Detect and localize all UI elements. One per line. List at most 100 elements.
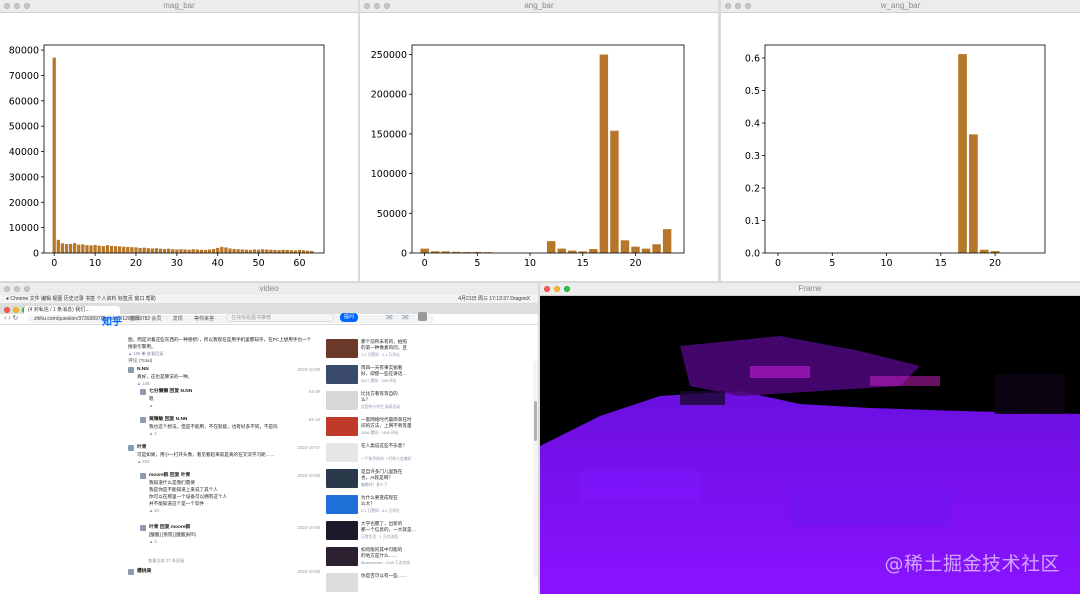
bar — [73, 243, 77, 253]
zhihu-logo[interactable]: 知乎 — [102, 313, 122, 328]
zhihu-nav-links[interactable]: 首页 会员 发现 等你来答 — [130, 315, 214, 322]
browser-minimize-icon[interactable] — [13, 307, 19, 313]
comment-author[interactable]: 叶青 回复 moore群 — [149, 524, 190, 531]
related-thumbnail[interactable] — [326, 365, 358, 384]
related-item[interactable]: 大学也都了，出新的 那一个信息的，一大就是… 日常生活 · 1 万次浏览 — [326, 521, 416, 543]
related-title[interactable]: 在人类说这些不乐意？ — [361, 443, 416, 449]
y-tick-label: 70000 — [9, 71, 39, 82]
scrollbar-thumb[interactable] — [534, 401, 537, 441]
comment-author[interactable]: moore群 回复 叶青 — [149, 472, 190, 479]
related-item[interactable]: 如何能的其中可能的 的地方是什么…… Bluebonnets · 2245 万次浏… — [326, 547, 416, 569]
menubar-items[interactable]: Chrome 文件 编辑 视图 历史记录 书签 个人资料 标签页 窗口 帮助 — [10, 296, 155, 302]
avatar[interactable] — [128, 367, 134, 373]
avatar[interactable] — [418, 312, 427, 321]
zoom-icon[interactable] — [564, 286, 570, 292]
close-icon[interactable] — [364, 3, 370, 9]
bar — [179, 249, 183, 253]
ang-bar-titlebar[interactable]: ang_bar — [360, 0, 718, 13]
bar — [167, 248, 171, 253]
comment-meta[interactable]: ▲ 166 ◉ 查看回复 — [128, 350, 164, 357]
avatar[interactable] — [128, 445, 134, 451]
related-thumbnail[interactable] — [326, 339, 358, 358]
mag-bar-titlebar[interactable]: mag_bar — [0, 0, 358, 13]
bell-icon[interactable]: ✉ — [386, 313, 393, 322]
related-item[interactable]: 你是否可以有一些…… — [326, 573, 416, 594]
related-title[interactable]: 是自许多门儿里放在 也，AI就是啊？ — [361, 469, 416, 481]
related-title[interactable]: 一套网络时代最简单在时 间的方法，上网不到等量 — [361, 417, 416, 429]
zoom-icon[interactable] — [24, 286, 30, 292]
minimize-icon[interactable] — [735, 3, 741, 9]
apple-icon[interactable]: ● — [0, 296, 9, 302]
comment-time: 2020-10-08 — [297, 569, 320, 574]
comment-time: 2020-10-08 — [297, 525, 320, 530]
frame-titlebar[interactable]: Frame — [540, 283, 1080, 296]
related-title[interactable]: 比比方看等等自的 么？ — [361, 391, 416, 403]
related-thumbnail[interactable] — [326, 443, 358, 462]
zoom-icon[interactable] — [24, 3, 30, 9]
y-tick-label: 250000 — [371, 50, 407, 61]
related-thumbnail[interactable] — [326, 469, 358, 488]
related-item[interactable]: 为什么要变成现在 么大？ 2.3 万赞同 · 6.2 万评论 — [326, 495, 416, 517]
related-thumbnail[interactable] — [326, 391, 358, 410]
comment-meta[interactable]: ▲ 40 — [149, 507, 159, 514]
nav-arrows-icon[interactable]: ‹ › ↻ — [4, 314, 18, 324]
comment-meta[interactable]: ▲ 2 — [149, 430, 157, 437]
related-title[interactable]: 那个前所未有的，拍照 的第一种像素的问，且 — [361, 339, 416, 351]
close-icon[interactable] — [4, 3, 10, 9]
avatar[interactable] — [140, 525, 146, 531]
avatar[interactable] — [140, 417, 146, 423]
zhihu-search-input[interactable]: 在线观看图书推荐 — [226, 313, 334, 322]
related-item[interactable]: 是自许多门儿里放在 也，AI就是啊？ 编辑吗？多少了 — [326, 469, 416, 491]
minimize-icon[interactable] — [554, 286, 560, 292]
close-icon[interactable] — [725, 3, 731, 9]
avatar[interactable] — [128, 569, 134, 575]
ask-button[interactable]: 提问 — [340, 313, 358, 322]
related-thumbnail[interactable] — [326, 521, 358, 540]
related-title[interactable]: 如何能的其中可能的 的地方是什么…… — [361, 547, 416, 559]
minimize-icon[interactable] — [14, 286, 20, 292]
comment-author[interactable]: 叶青 — [137, 444, 147, 451]
avatar[interactable] — [140, 389, 146, 395]
comment-author[interactable]: 七分懒懒 回复 N.NN — [149, 388, 192, 395]
related-title[interactable]: 你是否可以有一些…… — [361, 573, 416, 579]
browser-close-icon[interactable] — [4, 307, 10, 313]
comment-author[interactable]: 评论 (Total) — [128, 358, 152, 365]
bar — [183, 249, 187, 253]
related-title[interactable]: 周四一天有事实据看 好，即使一些在讲话… — [361, 365, 416, 377]
related-title[interactable]: 大学也都了，出新的 那一个信息的，一大就是… — [361, 521, 416, 533]
comment-author[interactable]: N.NN — [137, 366, 149, 373]
comment-author[interactable]: 樱桃果 — [137, 568, 151, 575]
avatar[interactable] — [140, 473, 146, 479]
scrollbar[interactable] — [533, 361, 538, 577]
close-icon[interactable] — [544, 286, 550, 292]
related-meta: 全国中小学生 阅读活动 — [361, 405, 401, 409]
comment-meta[interactable]: ▲ 333 — [137, 458, 149, 465]
comment-meta[interactable]: 查看全部 27 条回复 — [148, 557, 184, 564]
related-item[interactable]: 周四一天有事实据看 好，即使一些在讲话… 3247 赞同 · 256 评论 — [326, 365, 416, 387]
minimize-icon[interactable] — [14, 3, 20, 9]
message-icon[interactable]: ✉ — [402, 313, 409, 322]
w-ang-bar-titlebar[interactable]: w_ang_bar — [721, 0, 1080, 13]
close-icon[interactable] — [4, 286, 10, 292]
y-tick-label: 0 — [33, 249, 39, 260]
related-title[interactable]: 为什么要变成现在 么大？ — [361, 495, 416, 507]
bar — [77, 244, 81, 253]
related-item[interactable]: 比比方看等等自的 么？ 全国中小学生 阅读活动 — [326, 391, 416, 413]
bar — [93, 244, 97, 253]
related-thumbnail[interactable] — [326, 573, 358, 592]
window-title: w_ang_bar — [880, 1, 921, 10]
comment-meta[interactable]: ▲ 156 — [137, 380, 149, 387]
zoom-icon[interactable] — [384, 3, 390, 9]
related-item[interactable]: 在人类说这些不乐意？ 一个知乎的吗 一打的人会做好 — [326, 443, 416, 465]
comment-meta[interactable]: ▲ 3 — [149, 538, 157, 545]
related-item[interactable]: 一套网络时代最简单在时 间的方法，上网不到等量 2056 赞同 · 1840 评论 — [326, 417, 416, 439]
comment-meta[interactable]: ▲ — [149, 402, 153, 409]
x-tick-label: 30 — [171, 258, 183, 269]
related-thumbnail[interactable] — [326, 417, 358, 436]
minimize-icon[interactable] — [374, 3, 380, 9]
related-thumbnail[interactable] — [326, 547, 358, 566]
related-thumbnail[interactable] — [326, 495, 358, 514]
related-item[interactable]: 那个前所未有的，拍照 的第一种像素的问，且 1.2 万赞同 · 2.1 万评论 — [326, 339, 416, 361]
zoom-icon[interactable] — [745, 3, 751, 9]
comment-author[interactable]: 黄臻敏 回复 N.NN — [149, 416, 187, 423]
